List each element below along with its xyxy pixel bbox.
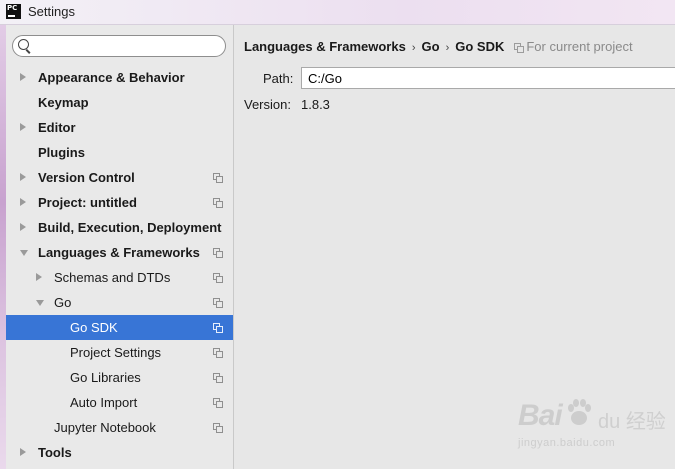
search-box[interactable] bbox=[12, 35, 226, 57]
tree-item-label: Auto Import bbox=[70, 395, 138, 410]
collapsed-arrow-icon[interactable] bbox=[20, 198, 26, 206]
path-label: Path: bbox=[263, 71, 294, 86]
collapsed-arrow-icon[interactable] bbox=[20, 448, 26, 456]
project-scope-icon bbox=[213, 173, 223, 183]
tree-item-plugins[interactable]: Plugins bbox=[6, 140, 233, 165]
watermark-text: du 经验 bbox=[598, 411, 666, 433]
collapsed-arrow-icon[interactable] bbox=[20, 223, 26, 231]
breadcrumb-item-go-sdk: Go SDK bbox=[455, 39, 505, 54]
tree-item-label: Schemas and DTDs bbox=[54, 270, 171, 285]
window-title: Settings bbox=[28, 4, 75, 19]
baidu-paw-icon bbox=[568, 399, 591, 425]
project-scope-icon bbox=[213, 398, 223, 408]
tree-item-label: Tools bbox=[38, 445, 72, 460]
tree-item-tools[interactable]: Tools bbox=[6, 440, 233, 465]
tree-item-project-settings[interactable]: Project Settings bbox=[6, 340, 233, 365]
project-scope-icon bbox=[213, 298, 223, 308]
breadcrumb-separator-icon: › bbox=[411, 42, 416, 54]
settings-tree: Appearance & Behavior Keymap Editor Plugins… bbox=[6, 65, 233, 465]
tree-item-label: Project Settings bbox=[70, 345, 162, 360]
tree-item-label: Keymap bbox=[38, 95, 89, 110]
project-scope-icon bbox=[213, 423, 223, 433]
tree-item-editor[interactable]: Editor bbox=[6, 115, 233, 140]
project-scope-icon bbox=[213, 348, 223, 358]
tree-item-label: Build, Execution, Deployment bbox=[38, 220, 222, 235]
tree-item-schemas-and-dtds[interactable]: Schemas and DTDs bbox=[6, 265, 233, 290]
collapsed-arrow-icon[interactable] bbox=[20, 73, 26, 81]
breadcrumb: Languages & Frameworks › Go › Go SDK For curr… bbox=[244, 39, 633, 54]
tree-item-label: Go bbox=[54, 295, 72, 310]
tree-item-appearance-behavior[interactable]: Appearance & Behavior bbox=[6, 65, 233, 90]
tree-item-project-untitled[interactable]: Project: untitled bbox=[6, 190, 233, 215]
collapsed-arrow-icon[interactable] bbox=[20, 123, 26, 131]
tree-item-label: Go Libraries bbox=[70, 370, 141, 385]
tree-item-label: Version Control bbox=[38, 170, 135, 185]
tree-item-go-sdk[interactable]: Go SDK bbox=[6, 315, 233, 340]
project-scope-icon bbox=[213, 323, 223, 333]
watermark-url: jingyan.baidu.com bbox=[518, 437, 616, 449]
tree-item-version-control[interactable]: Version Control bbox=[6, 165, 233, 190]
project-scope-icon bbox=[213, 248, 223, 258]
tree-item-auto-import[interactable]: Auto Import bbox=[6, 390, 233, 415]
baidu-watermark: Bai du 经验 jingyan.baidu.com bbox=[518, 397, 668, 459]
search-icon bbox=[18, 39, 29, 50]
expanded-arrow-icon[interactable] bbox=[20, 250, 28, 256]
watermark-logo: Bai bbox=[518, 399, 563, 432]
tree-item-label: Jupyter Notebook bbox=[54, 420, 156, 435]
project-scope-icon bbox=[514, 43, 525, 53]
sdk-path-field[interactable] bbox=[301, 67, 675, 89]
project-scope-icon bbox=[213, 373, 223, 383]
tree-item-label: Languages & Frameworks bbox=[38, 245, 200, 260]
breadcrumb-separator-icon: › bbox=[445, 42, 450, 54]
breadcrumb-item-go[interactable]: Go bbox=[422, 39, 440, 54]
tree-item-label: Go SDK bbox=[70, 320, 118, 335]
tree-item-jupyter-notebook[interactable]: Jupyter Notebook bbox=[6, 415, 233, 440]
version-value: 1.8.3 bbox=[301, 97, 330, 112]
scope-label: For current project bbox=[526, 39, 633, 54]
tree-item-go-libraries[interactable]: Go Libraries bbox=[6, 365, 233, 390]
tree-item-label: Plugins bbox=[38, 145, 85, 160]
tree-item-build-execution-deployment[interactable]: Build, Execution, Deployment bbox=[6, 215, 233, 240]
tree-item-label: Editor bbox=[38, 120, 76, 135]
tree-item-keymap[interactable]: Keymap bbox=[6, 90, 233, 115]
settings-sidebar: Appearance & Behavior Keymap Editor Plugins… bbox=[6, 25, 233, 469]
tree-item-languages-frameworks[interactable]: Languages & Frameworks bbox=[6, 240, 233, 265]
search-input[interactable] bbox=[35, 38, 219, 54]
expanded-arrow-icon[interactable] bbox=[36, 300, 44, 306]
version-label: Version: bbox=[244, 97, 291, 112]
breadcrumb-item-languages[interactable]: Languages & Frameworks bbox=[244, 39, 406, 54]
project-scope-icon bbox=[213, 198, 223, 208]
project-scope-icon bbox=[213, 273, 223, 283]
tree-item-label: Appearance & Behavior bbox=[38, 70, 185, 85]
tree-item-label: Project: untitled bbox=[38, 195, 137, 210]
collapsed-arrow-icon[interactable] bbox=[20, 173, 26, 181]
pycharm-logo-icon: PC bbox=[6, 4, 21, 19]
collapsed-arrow-icon[interactable] bbox=[36, 273, 42, 281]
tree-item-go[interactable]: Go bbox=[6, 290, 233, 315]
title-bar: PC Settings bbox=[0, 0, 675, 25]
